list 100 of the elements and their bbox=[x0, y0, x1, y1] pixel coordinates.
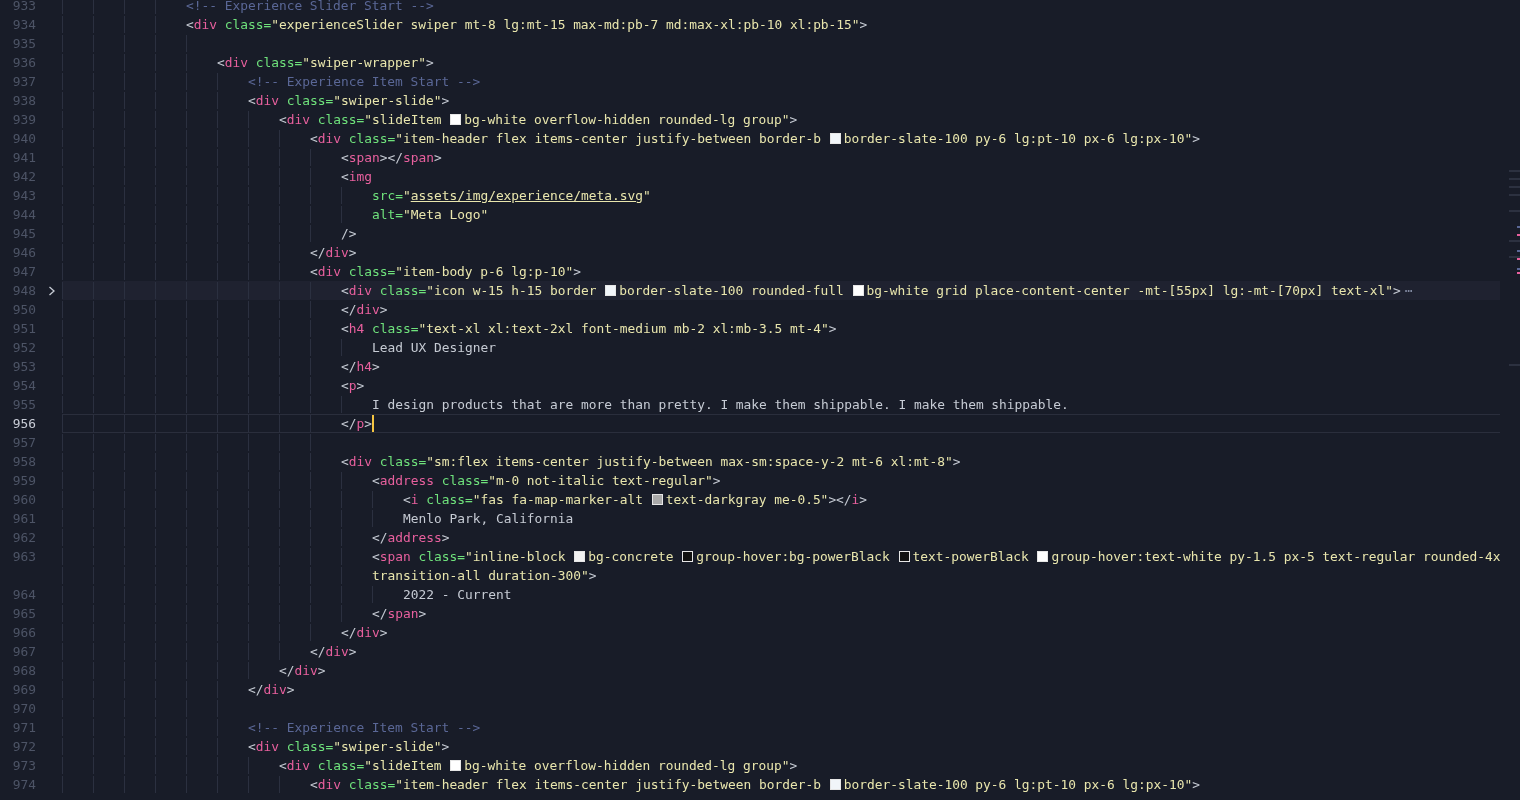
line-number: 939 bbox=[11, 111, 36, 129]
tag-name: h4 bbox=[356, 358, 372, 375]
punctuation: < bbox=[310, 263, 318, 280]
attribute-value: "item-body p-6 lg:p-10" bbox=[395, 263, 574, 280]
punctuation: > bbox=[859, 16, 868, 33]
line-number: 944 bbox=[11, 206, 36, 224]
color-swatch-icon[interactable] bbox=[651, 494, 663, 505]
tag-name: div bbox=[348, 453, 372, 470]
punctuation: > bbox=[712, 472, 721, 489]
text-content: I design products that are more than pretty. I make them shippable. I make them shippable. bbox=[372, 396, 1069, 413]
punctuation: > bbox=[588, 567, 597, 584]
tag-name: i bbox=[410, 491, 419, 508]
attribute-name: class= bbox=[347, 263, 396, 280]
punctuation: > bbox=[286, 681, 295, 698]
tag-name: div bbox=[255, 738, 279, 755]
tag-name: div bbox=[317, 263, 341, 280]
line-number: 940 bbox=[11, 130, 36, 148]
line-number: 942 bbox=[11, 168, 36, 186]
punctuation: > bbox=[859, 491, 868, 508]
punctuation: > bbox=[789, 111, 798, 128]
punctuation: < bbox=[341, 320, 349, 337]
attribute-value: " bbox=[402, 187, 411, 204]
fold-chevron-icon[interactable] bbox=[48, 285, 56, 296]
line-number: 966 bbox=[11, 624, 36, 642]
attribute-value: transition-all duration-300" bbox=[372, 567, 589, 584]
color-swatch-icon[interactable] bbox=[450, 114, 462, 125]
line-number: 974 bbox=[11, 776, 36, 794]
punctuation: < bbox=[310, 130, 318, 147]
punctuation: > bbox=[418, 605, 427, 622]
punctuation: > bbox=[441, 92, 450, 109]
line-number: 960 bbox=[11, 491, 36, 509]
tag-name: span bbox=[348, 149, 380, 166]
punctuation: > bbox=[364, 415, 372, 432]
tag-name: h4 bbox=[348, 320, 365, 337]
punctuation: </ bbox=[372, 529, 388, 546]
line-number: 952 bbox=[11, 339, 36, 357]
color-swatch-icon[interactable] bbox=[450, 760, 462, 771]
punctuation: < bbox=[341, 377, 349, 394]
punctuation: </ bbox=[341, 301, 357, 318]
color-swatch-icon[interactable] bbox=[898, 551, 910, 562]
line-number: 967 bbox=[11, 643, 36, 661]
line-number: 969 bbox=[11, 681, 36, 699]
line-number: 943 bbox=[11, 187, 36, 205]
tag-name: div bbox=[356, 624, 380, 641]
punctuation: < bbox=[310, 776, 318, 793]
tag-name: div bbox=[317, 776, 341, 793]
attribute-name: class= bbox=[223, 16, 272, 33]
folded-ellipsis[interactable]: ⋯ bbox=[1404, 282, 1413, 299]
punctuation: < bbox=[372, 472, 380, 489]
tag-name: div bbox=[325, 244, 349, 261]
color-swatch-icon[interactable] bbox=[574, 551, 586, 562]
line-number: 946 bbox=[11, 244, 36, 262]
line-number: 948 bbox=[11, 282, 36, 300]
punctuation: > bbox=[426, 54, 434, 71]
punctuation: > bbox=[441, 529, 450, 546]
line-number: 972 bbox=[11, 738, 36, 756]
code-comment: <!-- Experience Item Start --> bbox=[248, 719, 481, 736]
line-number: 936 bbox=[11, 54, 36, 72]
tag-name: div bbox=[286, 111, 310, 128]
line-number: 941 bbox=[11, 149, 36, 167]
punctuation: > bbox=[379, 624, 388, 641]
line-number: 951 bbox=[11, 320, 36, 338]
line-number: 953 bbox=[11, 358, 36, 376]
punctuation: < bbox=[186, 16, 194, 33]
line-number: 961 bbox=[11, 510, 36, 528]
punctuation: < bbox=[403, 491, 411, 508]
tag-name: div bbox=[294, 662, 318, 679]
line-number: 957 bbox=[11, 434, 36, 452]
attribute-value: "swiper-wrapper" bbox=[302, 54, 427, 71]
color-swatch-icon[interactable] bbox=[829, 779, 841, 790]
color-swatch-icon[interactable] bbox=[682, 551, 694, 562]
attribute-value: text-darkgray me-0.5" bbox=[665, 491, 829, 508]
line-number: 959 bbox=[11, 472, 36, 490]
color-swatch-icon[interactable] bbox=[829, 133, 841, 144]
line-number: 934 bbox=[11, 16, 36, 34]
tag-name: div bbox=[193, 16, 217, 33]
color-swatch-icon[interactable] bbox=[852, 285, 864, 296]
line-number: 955 bbox=[11, 396, 36, 414]
color-swatch-icon[interactable] bbox=[605, 285, 617, 296]
attribute-name: class= bbox=[378, 453, 427, 470]
attribute-name: class= bbox=[316, 757, 365, 774]
tag-name: span bbox=[379, 548, 411, 565]
attribute-value: "swiper-slide" bbox=[333, 738, 442, 755]
line-number: 964 bbox=[11, 586, 36, 604]
punctuation: > bbox=[379, 301, 388, 318]
tag-name: p bbox=[348, 377, 357, 394]
attribute-name: class= bbox=[285, 92, 334, 109]
attribute-name: class= bbox=[440, 472, 489, 489]
punctuation: > bbox=[1393, 282, 1401, 299]
punctuation: < bbox=[217, 54, 225, 71]
punctuation: /> bbox=[341, 225, 357, 242]
attribute-value: text-powerBlack bbox=[912, 548, 1030, 565]
tag-name: address bbox=[379, 472, 434, 489]
attribute-value: "inline-block bbox=[464, 548, 567, 565]
file-path-link[interactable]: assets/img/experience/meta.svg bbox=[410, 187, 643, 204]
color-swatch-icon[interactable] bbox=[1037, 551, 1049, 562]
punctuation: > bbox=[348, 244, 357, 261]
punctuation: < bbox=[341, 149, 349, 166]
line-number: 965 bbox=[11, 605, 36, 623]
punctuation: > bbox=[433, 149, 442, 166]
